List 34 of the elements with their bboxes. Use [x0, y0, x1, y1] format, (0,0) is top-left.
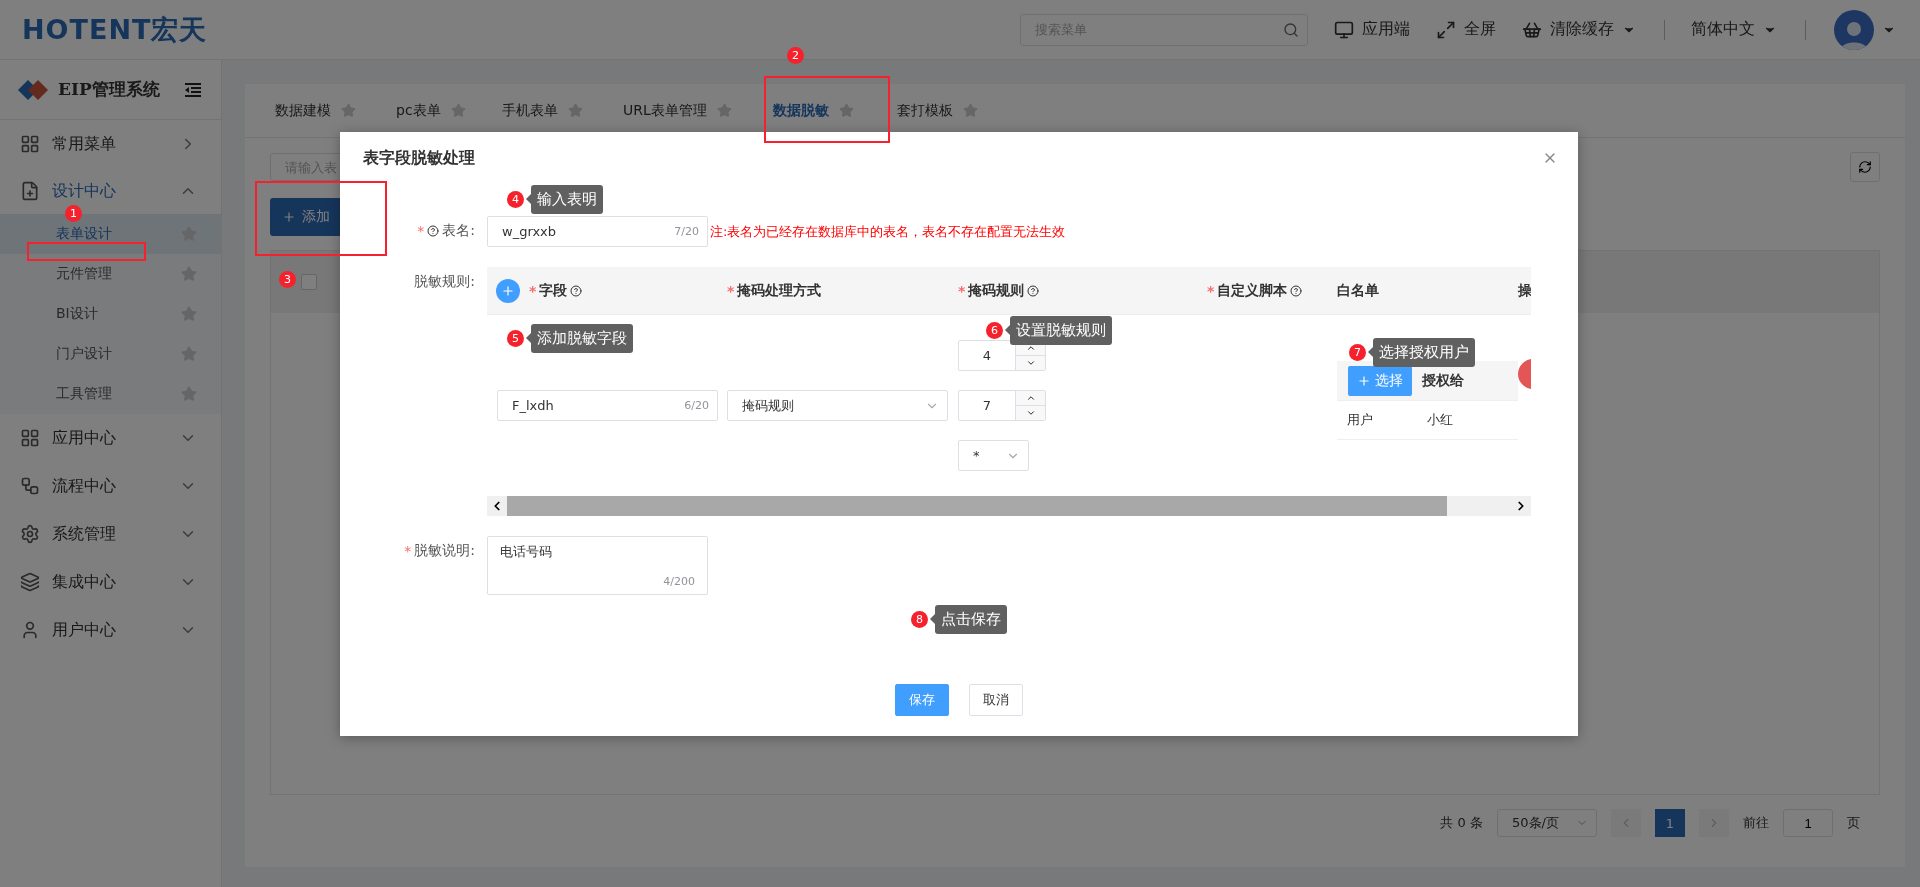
callout: 选择授权用户: [1368, 337, 1475, 367]
required-mark: *: [1207, 282, 1215, 299]
system-title: EIP管理系统: [58, 78, 161, 101]
column-header: 掩码规则: [968, 281, 1025, 300]
column-header: 掩码处理方式: [737, 281, 822, 300]
total-count: 共 0 条: [1440, 814, 1483, 832]
dialog-title: 表字段脱敏处理: [363, 147, 475, 169]
step-badge: 2: [787, 47, 804, 64]
required-mark: *: [404, 543, 412, 559]
field-label: 脱敏规则:: [414, 273, 475, 291]
warning-note: 注:表名为已经存在数据库中的表名，表名不存在配置无法生效: [710, 222, 1066, 241]
page-unit: 页: [1847, 814, 1860, 832]
required-mark: *: [529, 282, 537, 299]
callout: 添加脱敏字段: [526, 323, 633, 353]
goto-label: 前往: [1743, 814, 1769, 832]
step-badge: 5: [507, 329, 524, 347]
column-header: 授权给: [1422, 371, 1464, 390]
callout: 输入表明: [526, 184, 603, 214]
required-mark: *: [727, 282, 735, 299]
step-badge: 7: [1349, 343, 1366, 361]
step-badge: 4: [507, 190, 524, 208]
step-badge: 6: [986, 321, 1003, 339]
required-mark: *: [958, 282, 966, 299]
required-mark: *: [417, 223, 425, 239]
table-cell: 用户: [1347, 411, 1373, 429]
field-label: 脱敏说明:: [414, 542, 475, 560]
step-badge: 8: [911, 610, 928, 628]
callout: 点击保存: [930, 604, 1007, 634]
column-header: 白名单: [1337, 281, 1379, 300]
field-label: 表名:: [442, 222, 475, 240]
logo: HOTENT宏天: [22, 12, 208, 47]
table-cell: 小红: [1427, 411, 1453, 429]
column-header: 自定义脚本: [1217, 281, 1288, 300]
column-header: 字段: [539, 281, 568, 300]
